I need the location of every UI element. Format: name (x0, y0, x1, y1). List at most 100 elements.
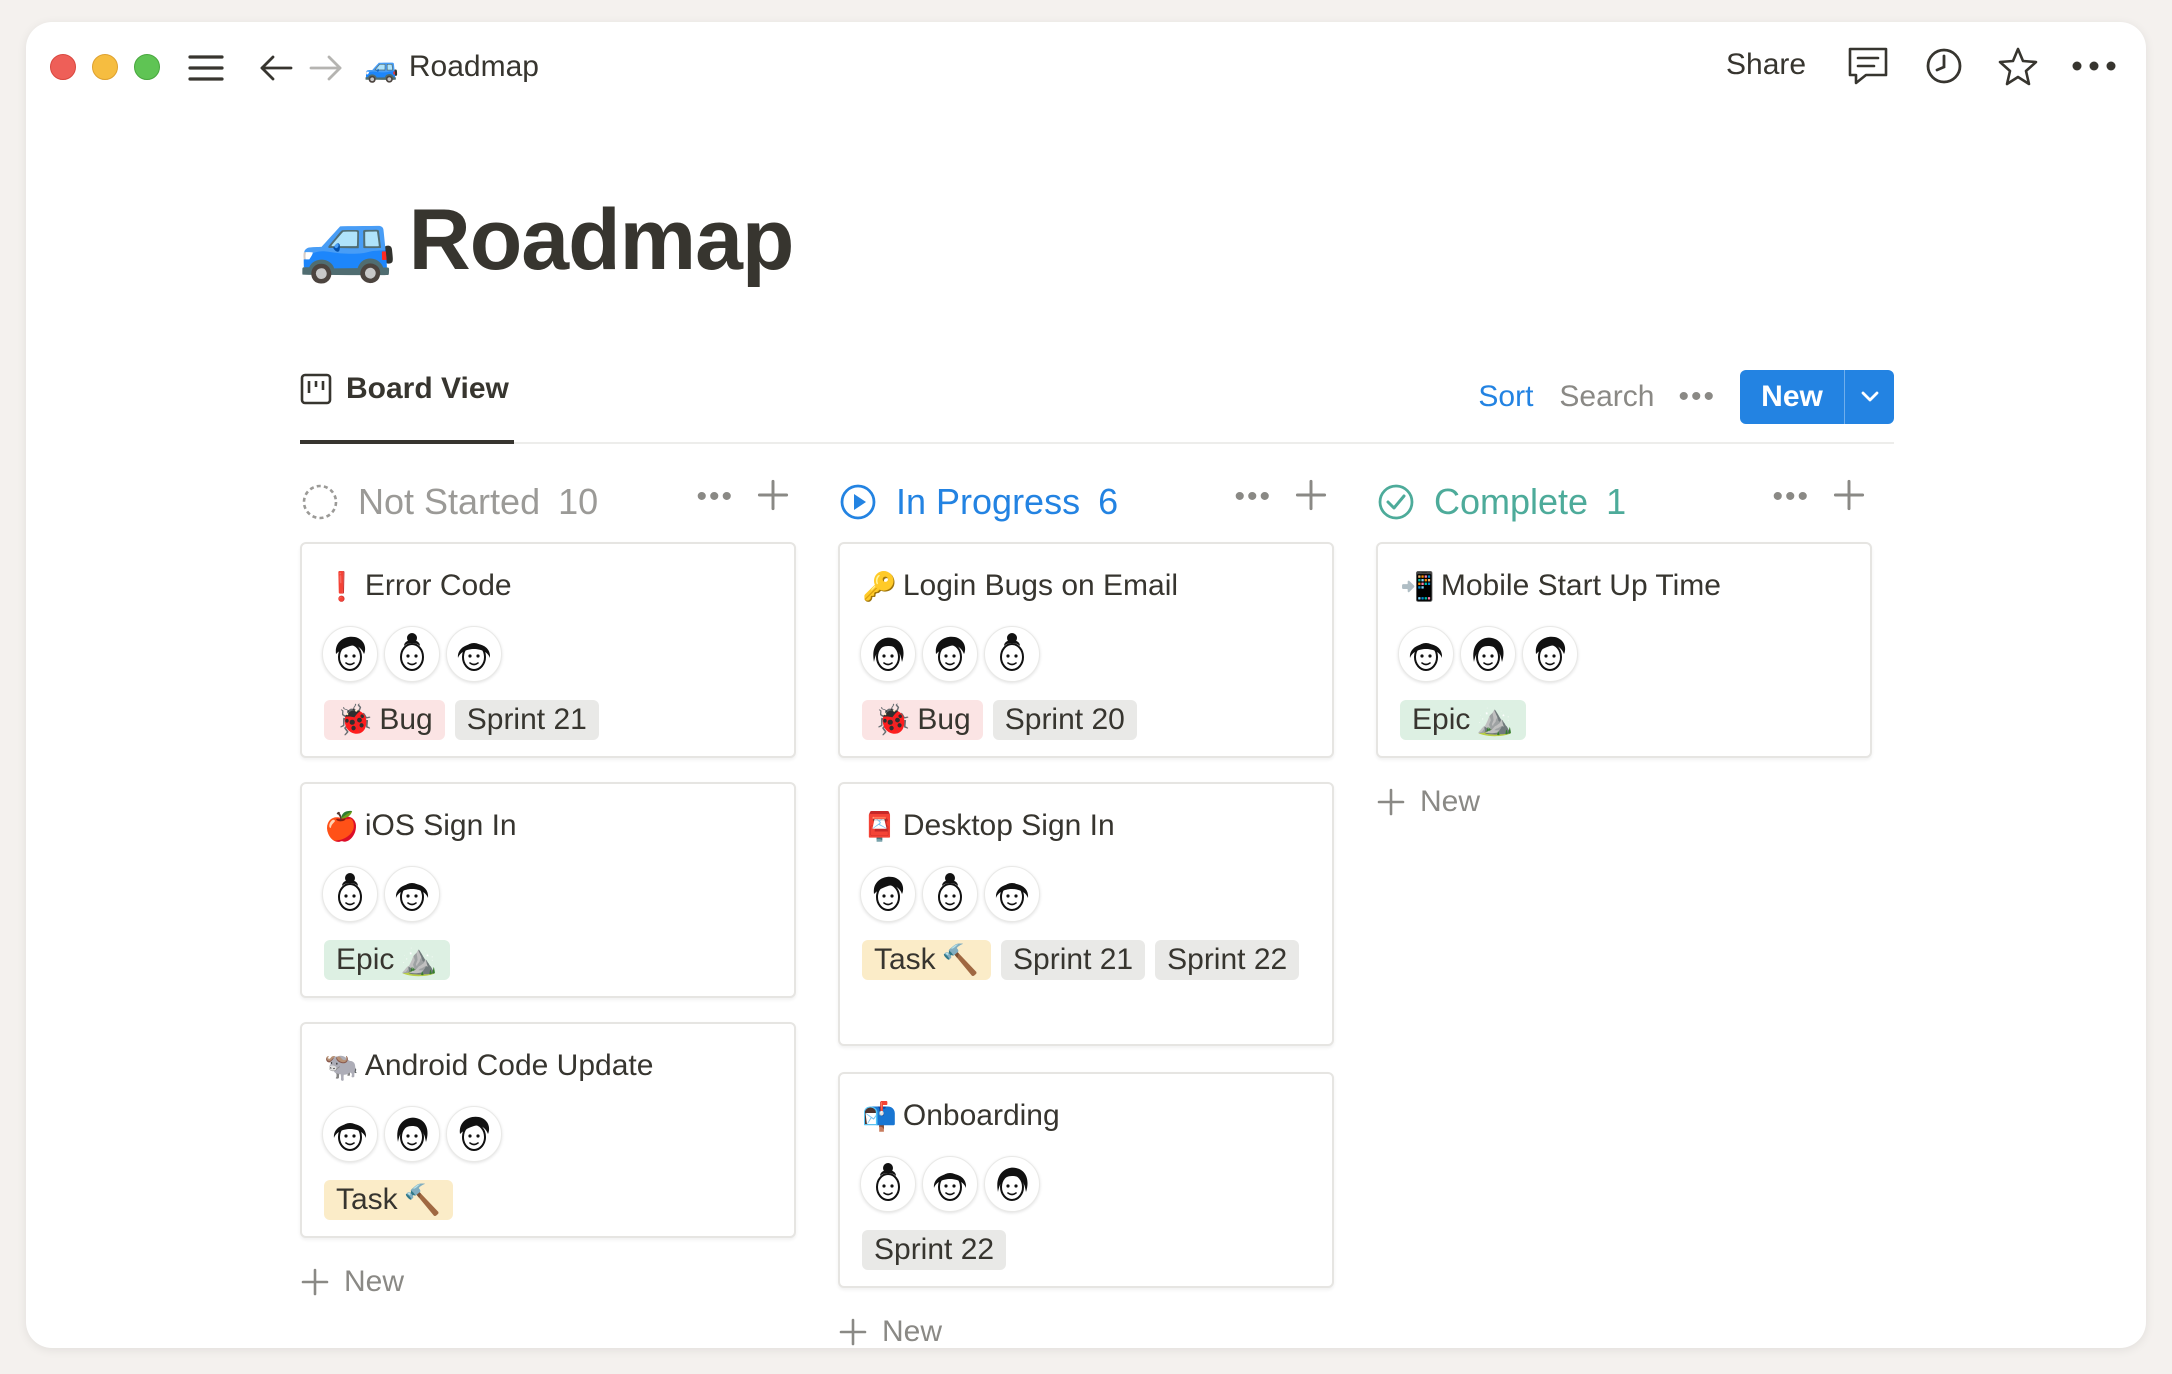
avatar[interactable] (1460, 626, 1516, 682)
avatar[interactable] (446, 1106, 502, 1162)
avatar[interactable] (984, 1156, 1040, 1212)
sidebar-menu-icon[interactable] (186, 50, 226, 86)
card-title-text: Onboarding (902, 1099, 1060, 1132)
minimize-window-button[interactable] (92, 54, 118, 80)
column-more-button[interactable]: ••• (1772, 480, 1810, 514)
breadcrumb-title: Roadmap (408, 50, 539, 83)
avatar[interactable] (860, 866, 916, 922)
avatar[interactable] (922, 866, 978, 922)
board-card[interactable]: 🐃 Android Code Update Task 🔨 (300, 1022, 796, 1238)
card-tags: Epic ⛰️ (324, 940, 784, 980)
avatar[interactable] (922, 1156, 978, 1212)
avatar[interactable] (446, 626, 502, 682)
avatar[interactable] (984, 866, 1040, 922)
avatar[interactable] (322, 1106, 378, 1162)
back-arrow-icon[interactable] (256, 50, 296, 86)
assignee-avatars (322, 626, 502, 682)
zoom-window-button[interactable] (134, 54, 160, 80)
board-card[interactable]: 🔑 Login Bugs on Email 🐞 Bug Sprint 20 (838, 542, 1334, 758)
view-actions: Sort Search ••• New (1478, 370, 1894, 424)
card-tags: 🐞 Bug Sprint 20 (862, 700, 1322, 740)
board-view-icon (300, 373, 332, 405)
card-emoji-icon: ❗ (324, 570, 359, 602)
complete-status-icon (1378, 484, 1414, 520)
face-sketch-icon (933, 1173, 967, 1201)
avatar[interactable] (984, 626, 1040, 682)
face-sketch-icon (873, 637, 904, 671)
add-new-label: New (1420, 785, 1481, 818)
view-more-button[interactable]: ••• (1678, 380, 1716, 414)
face-sketch-icon (1000, 633, 1024, 671)
app-window: 🚙 Roadmap Share 🚙 Roadmap Board View Sor… (26, 22, 2146, 1348)
avatar[interactable] (322, 626, 378, 682)
breadcrumb[interactable]: 🚙 Roadmap (364, 46, 539, 88)
board-card[interactable]: 📲 Mobile Start Up Time Epic ⛰️ (1376, 542, 1872, 758)
column-header: Complete 1 ••• (1376, 472, 1872, 532)
card-title: 📲 Mobile Start Up Time (1400, 566, 1721, 606)
sort-button[interactable]: Sort (1478, 380, 1533, 414)
avatar[interactable] (384, 866, 440, 922)
avatar[interactable] (322, 866, 378, 922)
share-button[interactable]: Share (1726, 44, 1806, 86)
card-emoji-icon: 📬 (862, 1100, 897, 1132)
new-button[interactable]: New (1740, 370, 1844, 424)
tag-label: Task (336, 1183, 398, 1216)
card-title: 📬 Onboarding (862, 1096, 1060, 1136)
avatar[interactable] (384, 626, 440, 682)
car-icon: 🚙 (298, 195, 398, 284)
face-sketch-icon (459, 1116, 490, 1151)
chevron-down-icon (1861, 391, 1878, 402)
column-add-button[interactable] (756, 478, 796, 518)
page-title: 🚙 Roadmap (298, 190, 795, 290)
face-sketch-icon (997, 1167, 1028, 1201)
add-new-card-button[interactable]: New (838, 1312, 942, 1348)
avatar[interactable] (1522, 626, 1578, 682)
add-new-card-button[interactable]: New (300, 1262, 404, 1302)
avatar[interactable] (860, 1156, 916, 1212)
avatar[interactable] (922, 626, 978, 682)
face-sketch-icon (1409, 643, 1443, 671)
column-header: Not Started 10 ••• (300, 472, 796, 532)
hammer-icon: 🔨 (403, 1183, 442, 1217)
mountain-icon: ⛰️ (1476, 703, 1514, 737)
card-tags: Task 🔨 (324, 1180, 784, 1220)
add-new-card-button[interactable]: New (1376, 782, 1480, 822)
avatar[interactable] (860, 626, 916, 682)
board-card[interactable]: ❗ Error Code 🐞 Bug Sprint 21 (300, 542, 796, 758)
plus-icon (301, 1268, 329, 1296)
page-title-text: Roadmap (408, 191, 795, 288)
column-more-button[interactable]: ••• (696, 480, 734, 514)
add-new-label: New (344, 1265, 405, 1298)
tag-bug: 🐞 Bug (324, 700, 445, 740)
board-card[interactable]: 🍎 iOS Sign In Epic ⛰️ (300, 782, 796, 998)
board-card[interactable]: 📬 Onboarding Sprint 22 (838, 1072, 1334, 1288)
favorite-star-icon[interactable] (1994, 42, 2042, 90)
card-title: 📮 Desktop Sign In (862, 806, 1115, 846)
search-button[interactable]: Search (1559, 380, 1654, 414)
tag-label: Bug (379, 703, 433, 736)
tag-epic: Epic ⛰️ (324, 940, 450, 980)
board-card[interactable]: 📮 Desktop Sign In Task 🔨 Sprint 21 Sprint 22 (838, 782, 1334, 1046)
history-clock-icon[interactable] (1920, 42, 1968, 90)
tab-board-view[interactable]: Board View (300, 352, 514, 444)
not-started-status-icon (302, 484, 338, 520)
mountain-icon: ⛰️ (400, 943, 438, 977)
avatar[interactable] (384, 1106, 440, 1162)
card-emoji-icon: 🔑 (862, 570, 897, 602)
forward-arrow-icon[interactable] (306, 50, 346, 86)
avatar[interactable] (1398, 626, 1454, 682)
new-dropdown-button[interactable] (1844, 370, 1894, 424)
column-count: 6 (1098, 481, 1119, 522)
column-add-button[interactable] (1832, 478, 1872, 518)
comments-icon[interactable] (1844, 42, 1892, 90)
card-title: 🔑 Login Bugs on Email (862, 566, 1178, 606)
card-title-text: Desktop Sign In (902, 809, 1115, 842)
close-window-button[interactable] (50, 54, 76, 80)
tag-sprint: Sprint 21 (454, 700, 599, 740)
plus-icon (757, 479, 789, 511)
tag-epic: Epic ⛰️ (1400, 700, 1526, 740)
more-options-icon[interactable] (2066, 44, 2122, 88)
column-more-button[interactable]: ••• (1234, 480, 1272, 514)
column-add-button[interactable] (1294, 478, 1334, 518)
in-progress-status-icon (840, 484, 876, 520)
